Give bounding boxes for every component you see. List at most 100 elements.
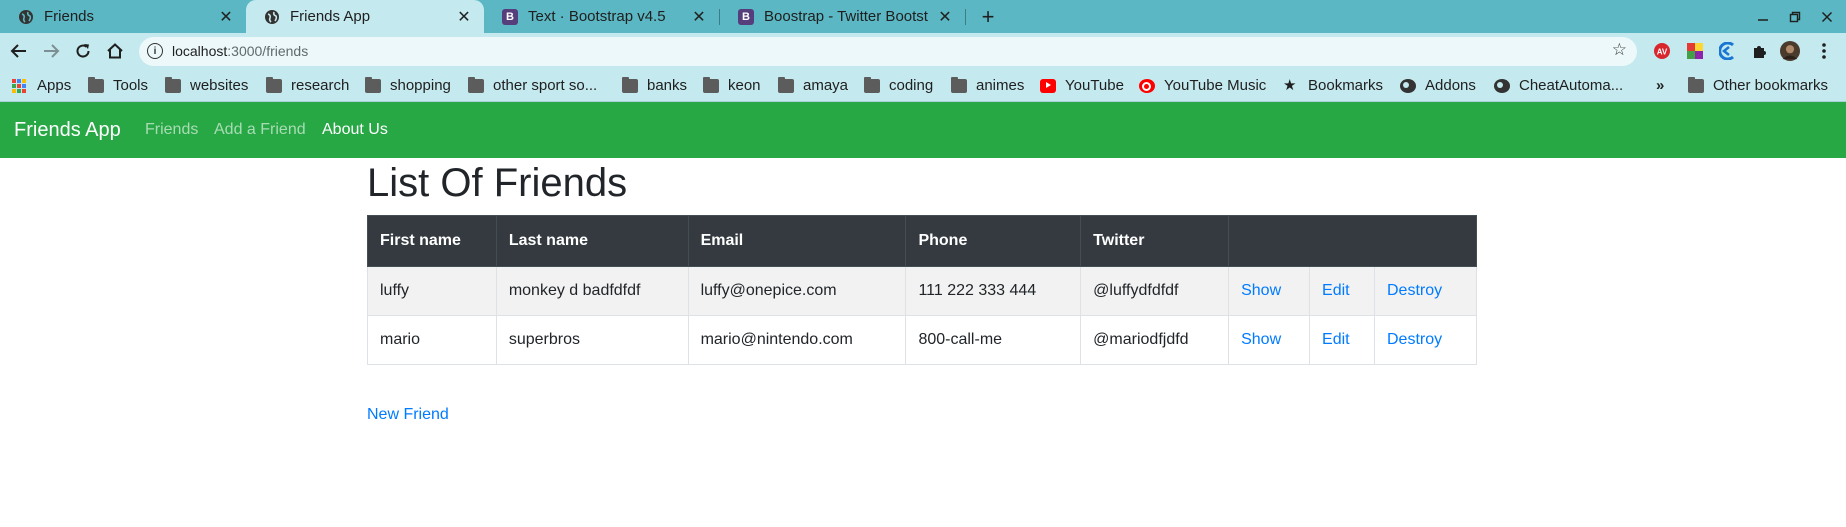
bookmark-label: amaya [803, 77, 849, 94]
cell-destroy: Destroy [1374, 266, 1477, 316]
navbar-brand[interactable]: Friends App [14, 119, 121, 142]
bookmark-folder-research[interactable]: research [266, 69, 349, 102]
more-bookmarks-button[interactable]: » [1656, 69, 1664, 102]
close-tab-icon[interactable]: ✕ [454, 7, 474, 27]
apps-grid-icon [12, 78, 28, 93]
column-header-email: Email [687, 215, 907, 267]
browser-toolbar: i localhost:3000/friends ☆ AV [0, 33, 1846, 69]
tab-bootstrap-twitter[interactable]: B Boostrap - Twitter Bootst ✕ [720, 0, 965, 33]
bookmark-star-icon[interactable]: ☆ [1612, 40, 1627, 60]
globe-icon [264, 9, 280, 25]
bootstrap-icon: B [502, 8, 518, 25]
bookmark-folder-animes[interactable]: animes [951, 69, 1024, 102]
show-link[interactable]: Show [1241, 331, 1281, 348]
reload-icon[interactable] [71, 39, 95, 63]
back-icon[interactable] [7, 39, 31, 63]
bookmark-folder-other-sport[interactable]: other sport so... [468, 69, 597, 102]
show-link[interactable]: Show [1241, 282, 1281, 299]
bookmark-bookmarks[interactable]: ★ Bookmarks [1283, 69, 1383, 102]
destroy-link[interactable]: Destroy [1387, 282, 1442, 299]
home-icon[interactable] [103, 39, 127, 63]
edit-link[interactable]: Edit [1322, 331, 1350, 348]
minimize-icon[interactable] [1752, 6, 1774, 28]
close-tab-icon[interactable]: ✕ [689, 7, 709, 27]
bookmark-addons[interactable]: Addons [1400, 69, 1476, 102]
folder-icon [468, 76, 484, 93]
globe-icon [1494, 78, 1510, 93]
cell-email: luffy@onepice.com [687, 266, 907, 316]
cell-show: Show [1228, 315, 1311, 365]
nav-link-add-friend[interactable]: Add a Friend [214, 121, 306, 139]
bookmark-folder-coding[interactable]: coding [864, 69, 933, 102]
bookmark-cheatautoma[interactable]: CheatAutoma... [1494, 69, 1623, 102]
folder-icon [266, 76, 282, 93]
extension-blue-icon[interactable] [1718, 41, 1738, 61]
table-row: mario superbros mario@nintendo.com 800-c… [367, 315, 1477, 365]
new-friend-link[interactable]: New Friend [367, 406, 449, 424]
destroy-link[interactable]: Destroy [1387, 331, 1442, 348]
bookmark-youtube[interactable]: YouTube [1040, 69, 1124, 102]
bookmark-youtube-music[interactable]: YouTube Music [1139, 69, 1266, 102]
bookmark-folder-banks[interactable]: banks [622, 69, 687, 102]
bookmark-label: keon [728, 77, 761, 94]
close-tab-icon[interactable]: ✕ [216, 7, 236, 27]
extension-colorful-icon[interactable] [1685, 41, 1705, 61]
new-tab-button[interactable]: + [975, 4, 1001, 30]
youtube-icon [1040, 78, 1056, 93]
folder-icon [703, 76, 719, 93]
cell-first-name: luffy [367, 266, 497, 316]
table-row: luffy monkey d badfdfdf luffy@onepice.co… [367, 266, 1477, 316]
globe-icon [1400, 78, 1416, 93]
extension-red-icon[interactable]: AV [1652, 41, 1672, 61]
nav-link-friends[interactable]: Friends [145, 121, 198, 139]
bookmark-apps[interactable]: Apps [12, 69, 71, 102]
bookmark-folder-tools[interactable]: Tools [88, 69, 148, 102]
app-navbar: Friends App Friends Add a Friend About U… [0, 102, 1846, 158]
bookmark-label: CheatAutoma... [1519, 77, 1624, 94]
restore-icon[interactable] [1784, 6, 1806, 28]
tab-separator [965, 9, 966, 25]
chrome-menu-icon[interactable] [1814, 41, 1834, 61]
column-header-first-name: First name [367, 215, 497, 267]
bookmark-label: research [291, 77, 350, 94]
forward-icon[interactable] [39, 39, 63, 63]
tab-title: Text · Bootstrap v4.5 [528, 8, 666, 25]
svg-text:AV: AV [1657, 48, 1668, 57]
nav-link-about-us[interactable]: About Us [322, 121, 388, 139]
bookmark-label: other sport so... [493, 77, 598, 94]
tab-strip: Friends ✕ Friends App ✕ B Text · Bootstr… [0, 0, 1846, 33]
tab-bootstrap-text[interactable]: B Text · Bootstrap v4.5 ✕ [484, 0, 719, 33]
other-bookmarks-folder[interactable]: Other bookmarks [1688, 69, 1828, 102]
bookmark-folder-amaya[interactable]: amaya [778, 69, 848, 102]
folder-icon [864, 76, 880, 93]
bookmark-label: websites [190, 77, 249, 94]
bookmark-folder-keon[interactable]: keon [703, 69, 761, 102]
folder-icon [778, 76, 794, 93]
folder-icon [951, 76, 967, 93]
bookmark-label: Apps [37, 77, 72, 94]
close-window-icon[interactable] [1816, 6, 1838, 28]
url-path: :3000/friends [227, 43, 309, 59]
bookmark-label: Tools [113, 77, 149, 94]
bookmark-label: Other bookmarks [1713, 77, 1829, 94]
close-tab-icon[interactable]: ✕ [935, 7, 955, 27]
tab-friends[interactable]: Friends ✕ [0, 0, 246, 33]
address-bar[interactable]: i localhost:3000/friends ☆ [139, 37, 1637, 66]
tab-friends-app[interactable]: Friends App ✕ [246, 0, 484, 33]
tab-title: Friends [44, 8, 95, 25]
bookmark-label: Bookmarks [1308, 77, 1384, 94]
cell-edit: Edit [1309, 266, 1375, 316]
cell-twitter: @mariodfjdfd [1080, 315, 1230, 365]
edit-link[interactable]: Edit [1322, 282, 1350, 299]
folder-icon [88, 76, 104, 93]
extensions-puzzle-icon[interactable] [1750, 41, 1770, 61]
bookmarks-bar: Apps Tools websites research shopping ot… [0, 69, 1846, 102]
profile-avatar[interactable] [1780, 41, 1800, 61]
column-header-twitter: Twitter [1080, 215, 1230, 267]
site-info-icon[interactable]: i [147, 43, 163, 59]
bookmark-folder-shopping[interactable]: shopping [365, 69, 451, 102]
cell-last-name: superbros [495, 315, 689, 365]
bookmark-folder-websites[interactable]: websites [165, 69, 248, 102]
tab-title: Friends App [290, 8, 371, 25]
cell-phone: 800-call-me [905, 315, 1082, 365]
